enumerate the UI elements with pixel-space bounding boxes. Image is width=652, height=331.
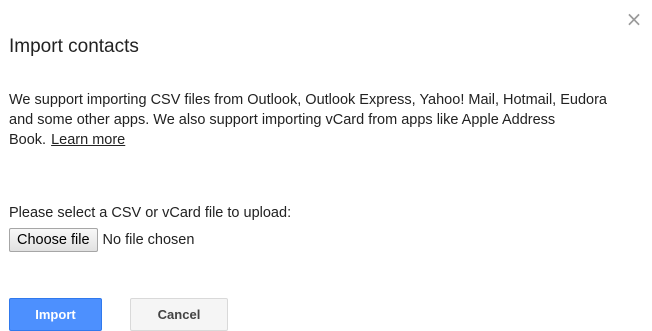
dialog-title: Import contacts: [9, 36, 139, 57]
import-button[interactable]: Import: [9, 298, 102, 331]
import-contacts-dialog: × Import contacts We support importing C…: [0, 0, 652, 331]
learn-more-link[interactable]: Learn more: [51, 132, 125, 148]
select-file-label: Please select a CSV or vCard file to upl…: [9, 205, 292, 221]
cancel-button[interactable]: Cancel: [130, 298, 228, 331]
file-input: Choose file No file chosen: [9, 228, 194, 252]
choose-file-button[interactable]: Choose file: [9, 228, 98, 252]
close-icon[interactable]: ×: [624, 9, 644, 29]
description: We support importing CSV files from Outl…: [9, 90, 621, 150]
file-status-text: No file chosen: [102, 232, 195, 248]
